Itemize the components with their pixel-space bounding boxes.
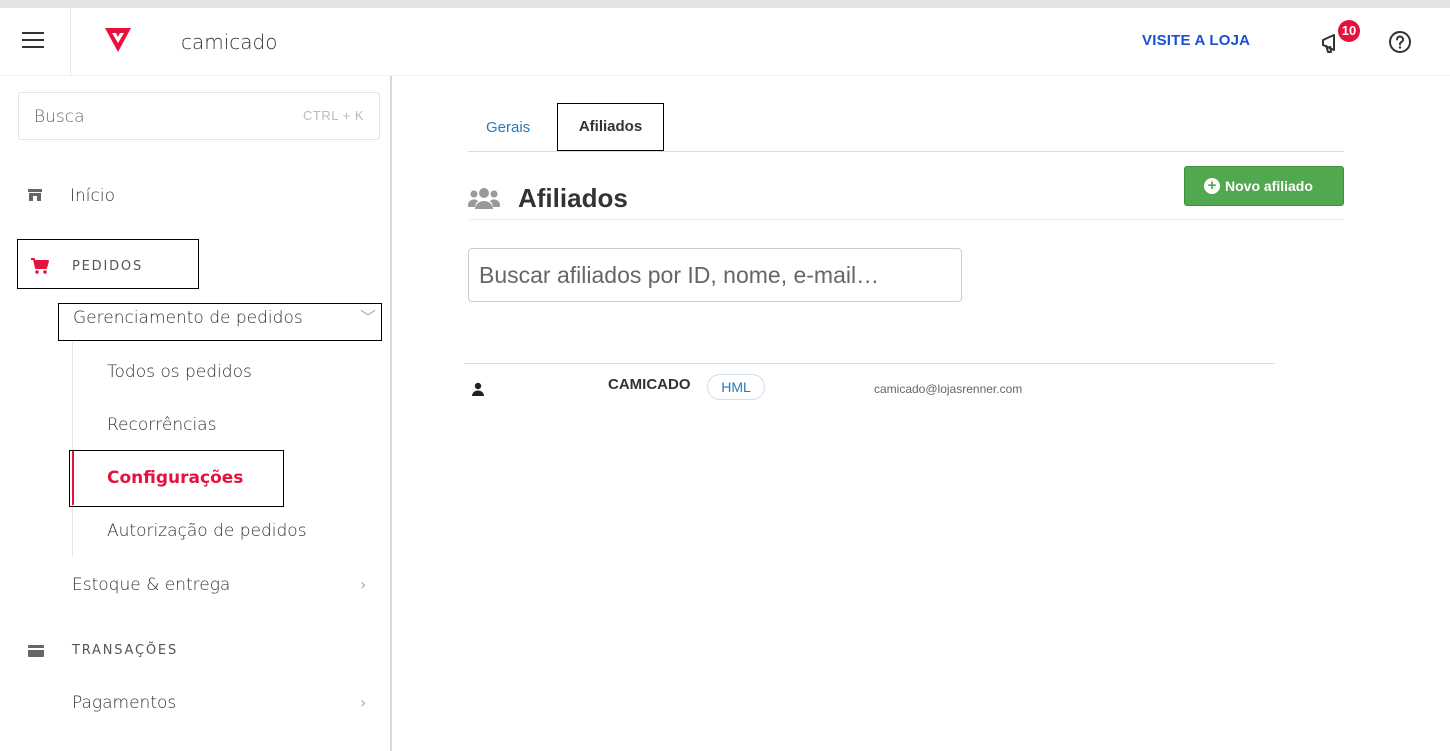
card-icon	[28, 645, 44, 657]
list-divider	[464, 363, 1275, 364]
help-circle-icon[interactable]	[1388, 30, 1412, 54]
sidebar-section-transacoes[interactable]: TRANSAÇÕES	[28, 636, 228, 666]
store-name: camicado	[181, 30, 278, 54]
tab-gerais[interactable]: Gerais	[486, 119, 530, 136]
sidebar-item-label: Início	[70, 186, 115, 206]
sidebar-item-estoque[interactable]: Estoque & entrega ›	[72, 571, 372, 601]
sidebar: Busca CTRL + K Início PEDIDOS Gerenciame…	[0, 76, 390, 751]
submenu-guide-line	[72, 342, 73, 556]
sidebar-item-pagamentos[interactable]: Pagamentos ›	[72, 689, 372, 719]
sidebar-subitem-configuracoes[interactable]: Configurações	[107, 464, 277, 494]
search-shortcut: CTRL + K	[303, 108, 364, 123]
user-icon	[472, 382, 484, 396]
sidebar-item-label: Pagamentos	[72, 693, 177, 713]
sidebar-section-label: TRANSAÇÕES	[72, 643, 178, 658]
sidebar-subitem-todos[interactable]: Todos os pedidos	[107, 358, 367, 388]
sidebar-search[interactable]: Busca CTRL + K	[18, 92, 380, 140]
sidebar-item-inicio[interactable]: Início	[28, 182, 368, 212]
affiliate-name[interactable]: CAMICADO	[608, 376, 691, 393]
sidebar-item-gerenciamento[interactable]: Gerenciamento de pedidos ﹀	[60, 304, 380, 340]
sidebar-item-label: Estoque & entrega	[72, 575, 231, 595]
sidebar-subitem-label: Autorização de pedidos	[107, 521, 307, 541]
visit-store-link[interactable]: VISITE A LOJA	[1142, 32, 1250, 49]
affiliate-email: camicado@lojasrenner.com	[874, 382, 1023, 396]
main-content: Gerais Afiliados Afiliados + Novo afilia…	[392, 76, 1450, 751]
affiliate-search-input[interactable]	[468, 248, 962, 302]
affiliate-tag-badge: HML	[707, 374, 765, 400]
cart-icon	[31, 258, 49, 274]
sidebar-subitem-label: Recorrências	[107, 415, 217, 435]
sidebar-subitem-autorizacao[interactable]: Autorização de pedidos	[107, 517, 367, 547]
storefront-icon	[28, 189, 42, 201]
hamburger-icon[interactable]	[22, 32, 44, 50]
vtex-logo[interactable]	[103, 26, 133, 54]
sidebar-section-label: PEDIDOS	[72, 259, 143, 274]
users-icon	[468, 188, 500, 209]
chevron-down-icon: ﹀	[360, 308, 377, 327]
sidebar-subitem-recorrencias[interactable]: Recorrências	[107, 411, 367, 441]
sidebar-section-pedidos[interactable]: PEDIDOS	[28, 252, 198, 282]
chevron-right-icon: ›	[360, 693, 367, 712]
tab-afiliados[interactable]: Afiliados	[557, 103, 664, 151]
notification-badge[interactable]: 10	[1338, 20, 1360, 42]
chevron-right-icon: ›	[360, 575, 367, 594]
new-affiliate-label: Novo afiliado	[1225, 178, 1313, 194]
top-bar: camicado VISITE A LOJA 10	[0, 0, 1450, 76]
active-indicator	[72, 451, 74, 505]
tabs-divider	[468, 151, 1344, 152]
sidebar-search-placeholder: Busca	[34, 107, 85, 127]
sidebar-subitem-label: Configurações	[107, 468, 244, 488]
title-divider	[468, 219, 1344, 220]
sidebar-subitem-label: Todos os pedidos	[107, 362, 252, 382]
topbar-divider	[70, 8, 71, 76]
plus-circle-icon: +	[1204, 178, 1220, 194]
sidebar-item-label: Gerenciamento de pedidos	[73, 308, 303, 328]
page-title: Afiliados	[518, 183, 628, 213]
new-affiliate-button[interactable]: + Novo afiliado	[1184, 166, 1344, 206]
